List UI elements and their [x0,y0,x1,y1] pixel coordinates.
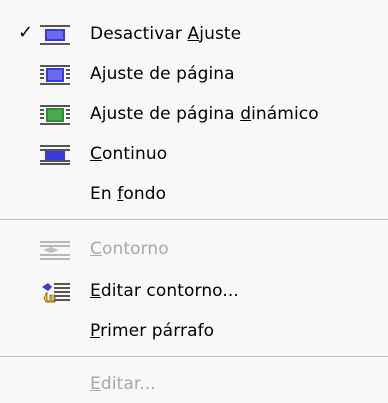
menu-separator [0,219,388,221]
checkmark-icon: ✓ [18,22,34,43]
menu-item-editar: Editar... [0,365,388,403]
menu-item-label: Primer párrafo [90,321,215,341]
edit-contour-icon [42,283,70,303]
menu-item-desactivar-ajuste[interactable]: ✓ Desactivar Ajuste [0,15,388,53]
menu-item-continuo[interactable]: Continuo [0,135,388,173]
wrap-continuous-icon [40,145,70,165]
menu-item-en-fondo[interactable]: En fondo [0,175,388,213]
text-wrap-disable-icon [40,25,70,45]
menu-item-label: Desactivar Ajuste [90,24,242,44]
menu-item-label: Ajuste de página [90,64,235,84]
menu-item-editar-contorno[interactable]: Editar contorno... [0,272,388,310]
menu-item-label: Continuo [90,144,168,164]
menu-item-label: En fondo [90,184,167,204]
menu-item-contorno: Contorno [0,230,388,268]
wrap-page-icon [40,65,70,85]
menu-item-label: Ajuste de página dinámico [90,104,319,124]
menu-item-primer-parrafo[interactable]: Primer párrafo [0,312,388,350]
menu-item-label: Editar contorno... [90,281,239,301]
context-menu: ✓ Desactivar Ajuste Ajuste de página Aju… [0,0,388,401]
menu-item-label: Contorno [90,239,169,259]
menu-separator [0,356,388,358]
menu-item-ajuste-de-pagina[interactable]: Ajuste de página [0,55,388,93]
menu-item-label: Editar... [90,374,156,394]
wrap-page-dynamic-icon [40,105,70,125]
contour-icon [40,241,70,260]
menu-item-ajuste-de-pagina-dinamico[interactable]: Ajuste de página dinámico [0,95,388,133]
